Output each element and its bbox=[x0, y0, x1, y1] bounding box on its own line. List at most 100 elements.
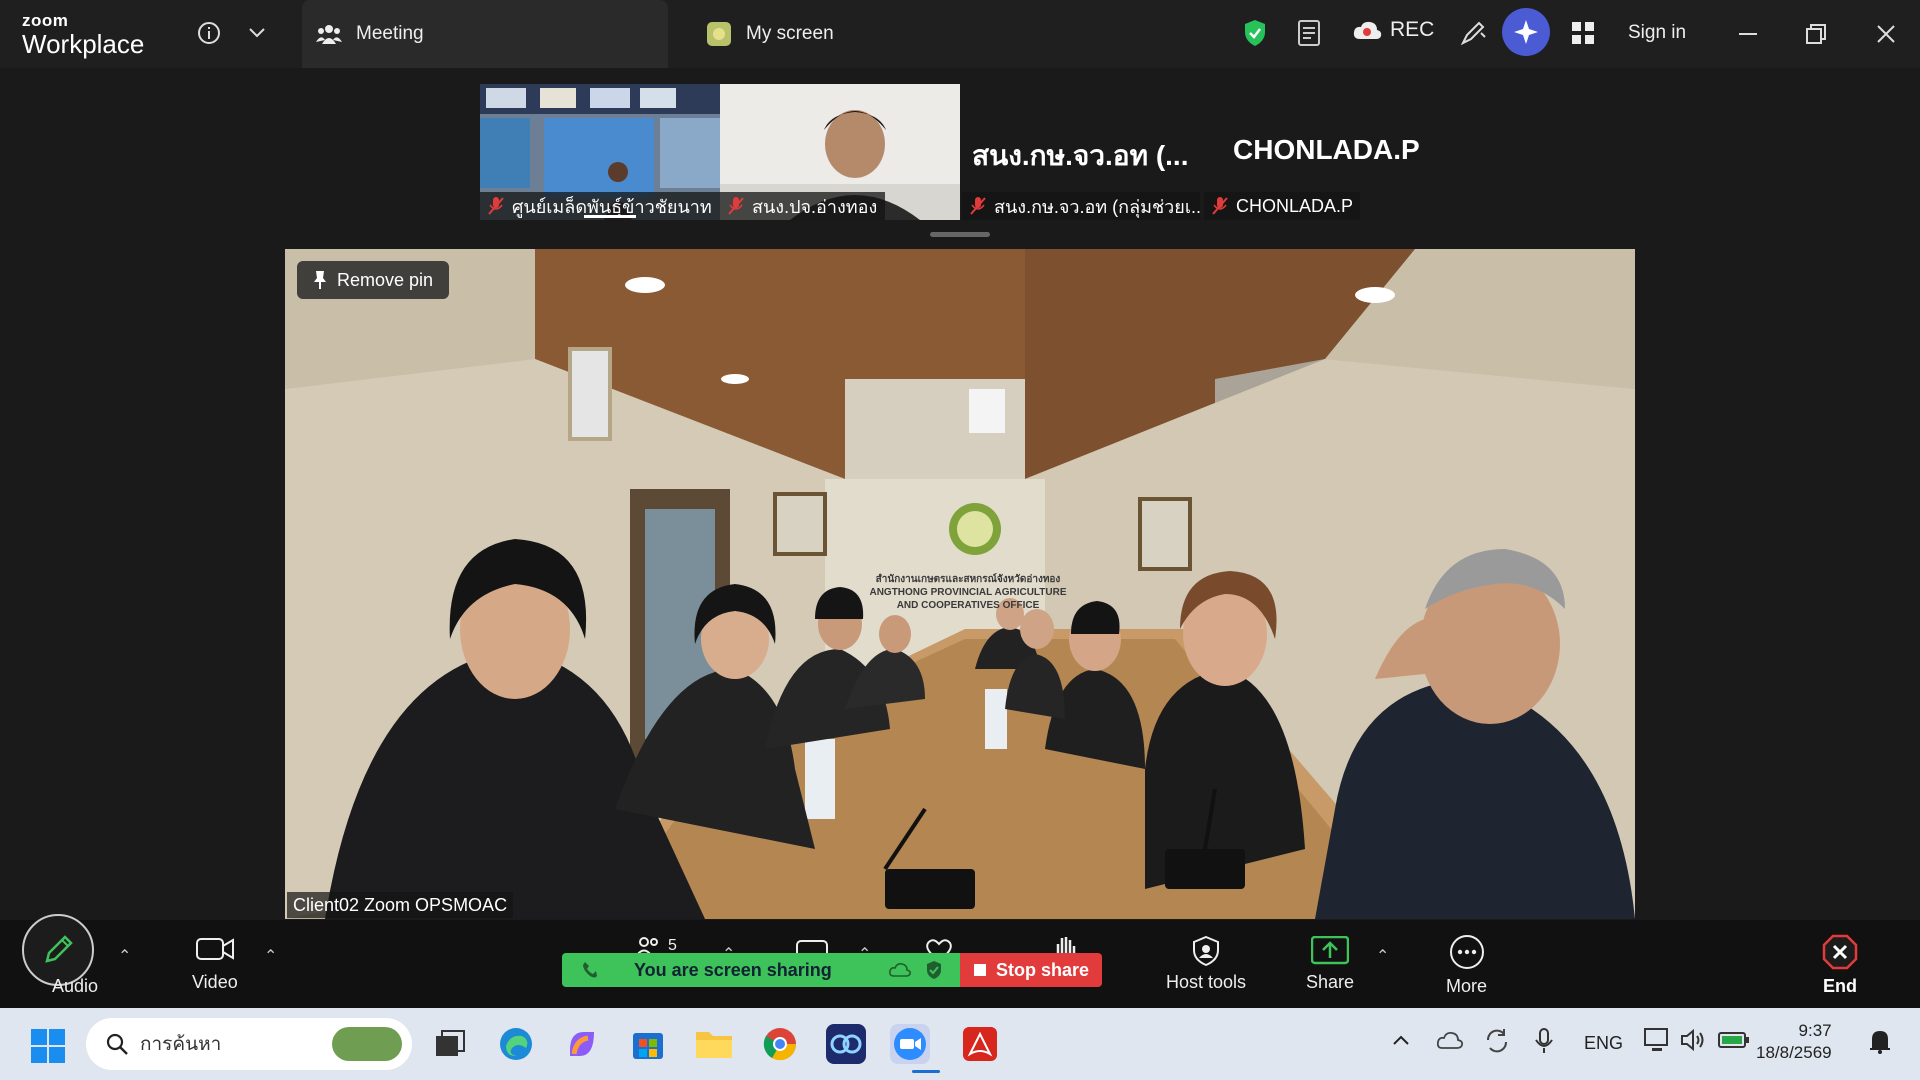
participant-name: CHONLADA.P bbox=[1236, 195, 1354, 216]
sharing-status-text: You are screen sharing bbox=[634, 959, 832, 980]
logo-small-text: zoom bbox=[22, 11, 69, 30]
notifications-bell-icon[interactable] bbox=[1868, 1028, 1892, 1059]
chevron-down-icon[interactable] bbox=[242, 18, 272, 48]
edge-browser-icon[interactable] bbox=[496, 1024, 536, 1064]
search-highlight-image-icon bbox=[332, 1027, 402, 1061]
onedrive-cloud-icon[interactable] bbox=[1436, 1028, 1464, 1057]
search-icon bbox=[106, 1033, 128, 1055]
close-icon[interactable] bbox=[1872, 20, 1900, 48]
volume-icon[interactable] bbox=[1680, 1028, 1706, 1057]
stop-square-icon bbox=[974, 964, 986, 976]
sign-in-link[interactable]: Sign in bbox=[1628, 22, 1686, 44]
restore-icon[interactable] bbox=[1802, 20, 1830, 48]
share-label: Share bbox=[1306, 972, 1355, 992]
sync-icon[interactable] bbox=[1484, 1028, 1510, 1059]
zoom-window: zoom Workplace Meeting My screen REC Sig… bbox=[0, 0, 1920, 1008]
windows-start-icon[interactable] bbox=[28, 1026, 68, 1066]
participant-video-thumbnail[interactable]: ศูนย์เมล็ดพันธุ์ข้าวชัยนาท bbox=[480, 84, 720, 220]
microsoft-store-icon[interactable] bbox=[628, 1024, 668, 1064]
battery-charging-icon[interactable] bbox=[1718, 1030, 1750, 1055]
rec-label: REC bbox=[1390, 18, 1435, 41]
more-dots-icon bbox=[1449, 935, 1484, 969]
cloud-icon bbox=[1352, 20, 1382, 40]
zoom-workplace-logo: zoom Workplace bbox=[22, 12, 144, 57]
active-app-indicator bbox=[912, 1070, 940, 1073]
tab-meeting-label: Meeting bbox=[356, 23, 424, 44]
remove-pin-button[interactable]: Remove pin bbox=[297, 261, 450, 299]
shield-security-icon[interactable] bbox=[1240, 16, 1270, 50]
participant-name-tag: สนง.ปจ.อ่างทอง bbox=[720, 192, 886, 220]
sharing-status: You are screen sharing bbox=[562, 953, 960, 987]
video-button[interactable]: Video bbox=[192, 936, 238, 993]
thumbnail-strip-resize-handle[interactable] bbox=[930, 232, 990, 237]
host-shield-icon bbox=[1193, 936, 1220, 966]
end-meeting-button[interactable]: End bbox=[1822, 934, 1858, 997]
ai-companion-icon[interactable] bbox=[1502, 8, 1550, 56]
participant-avatar-tile[interactable]: สนง.กษ.จว.อท (กลุ่มช่วยเ... bbox=[962, 84, 1200, 220]
participant-video-thumbnail[interactable]: สนง.ปจ.อ่างทอง bbox=[720, 84, 960, 220]
wall-sign-thai: สำนักงานเกษตรและสหกรณ์จังหวัดอ่างทอง bbox=[875, 574, 1061, 585]
phone-icon bbox=[582, 961, 598, 979]
cloud-record-button[interactable]: REC bbox=[1352, 18, 1434, 42]
tab-my-screen[interactable]: My screen bbox=[700, 0, 1020, 68]
screen-sharing-banner: You are screen sharing Stop share bbox=[562, 953, 1102, 987]
more-label: More bbox=[1446, 976, 1488, 996]
acrobat-reader-icon[interactable] bbox=[960, 1024, 1000, 1064]
share-options-caret[interactable]: ⌃ bbox=[1376, 946, 1389, 966]
host-tools-label: Host tools bbox=[1166, 972, 1247, 992]
pinned-participant-name: Client02 Zoom OPSMOAC bbox=[287, 892, 514, 918]
share-screen-icon bbox=[1311, 936, 1350, 965]
cloud-status-icon bbox=[888, 961, 912, 977]
video-options-caret[interactable]: ⌃ bbox=[264, 946, 277, 966]
wall-sign: สำนักงานเกษตรและสหกรณ์จังหวัดอ่างทอง ANG… bbox=[868, 573, 1068, 612]
logo-big-text: Workplace bbox=[22, 29, 145, 59]
screen-share-thumbnail-icon bbox=[706, 21, 732, 47]
wall-sign-en-line2: AND COOPERATIVES OFFICE bbox=[896, 600, 1040, 611]
taskbar-search-box[interactable]: การค้นหา bbox=[86, 1018, 412, 1070]
file-explorer-icon[interactable] bbox=[694, 1024, 734, 1064]
pinned-video[interactable]: สำนักงานเกษตรและสหกรณ์จังหวัดอ่างทอง ANG… bbox=[285, 249, 1635, 919]
apps-grid-icon[interactable] bbox=[1566, 16, 1600, 50]
wall-sign-en-line1: ANGTHONG PROVINCIAL AGRICULTURE bbox=[869, 587, 1067, 598]
game-app-icon[interactable] bbox=[826, 1024, 866, 1064]
more-button[interactable]: More bbox=[1446, 934, 1487, 997]
pencil-icon bbox=[45, 935, 73, 963]
participants-group-icon bbox=[316, 22, 342, 46]
copilot-icon[interactable] bbox=[562, 1024, 602, 1064]
share-button[interactable]: Share bbox=[1306, 936, 1354, 993]
remove-pin-label: Remove pin bbox=[337, 269, 434, 290]
active-speaker-indicator bbox=[584, 215, 636, 218]
chrome-browser-icon[interactable] bbox=[760, 1024, 800, 1064]
stop-share-button[interactable]: Stop share bbox=[960, 953, 1102, 987]
audio-button[interactable]: Audio bbox=[52, 976, 98, 997]
transcript-icon[interactable] bbox=[1294, 16, 1324, 50]
end-label: End bbox=[1823, 976, 1857, 996]
muted-mic-icon bbox=[1212, 196, 1228, 216]
tab-meeting[interactable]: Meeting bbox=[302, 0, 668, 68]
clock-date: 18/8/2569 bbox=[1756, 1043, 1832, 1062]
network-icon[interactable] bbox=[1644, 1028, 1672, 1059]
input-language[interactable]: ENG bbox=[1584, 1033, 1623, 1054]
participant-name-tag: สนง.กษ.จว.อท (กลุ่มช่วยเ... bbox=[962, 192, 1200, 220]
participant-name: สนง.ปจ.อ่างทอง bbox=[752, 196, 878, 217]
participant-name-tag: CHONLADA.P bbox=[1204, 192, 1360, 220]
participant-avatar-tile[interactable]: CHONLADA.P bbox=[1204, 84, 1360, 220]
microphone-icon[interactable] bbox=[1534, 1028, 1554, 1059]
muted-mic-icon bbox=[488, 196, 504, 216]
clock-time: 9:37 bbox=[1798, 1021, 1832, 1040]
annotate-pen-icon[interactable] bbox=[1456, 16, 1490, 50]
muted-mic-icon bbox=[728, 196, 744, 216]
system-clock[interactable]: 9:37 18/8/2569 bbox=[1756, 1020, 1832, 1064]
audio-options-caret[interactable]: ⌃ bbox=[118, 946, 131, 966]
zoom-app-icon[interactable] bbox=[890, 1024, 930, 1064]
info-icon[interactable] bbox=[194, 18, 224, 48]
video-label: Video bbox=[192, 972, 238, 992]
task-view-icon[interactable] bbox=[430, 1024, 470, 1064]
search-placeholder: การค้นหา bbox=[140, 1034, 222, 1055]
show-hidden-icons-chevron[interactable] bbox=[1392, 1030, 1410, 1051]
end-x-icon bbox=[1822, 934, 1858, 970]
audio-label: Audio bbox=[52, 976, 99, 996]
minimize-icon[interactable] bbox=[1734, 20, 1762, 48]
muted-mic-icon bbox=[970, 196, 986, 216]
host-tools-button[interactable]: Host tools bbox=[1166, 936, 1246, 993]
